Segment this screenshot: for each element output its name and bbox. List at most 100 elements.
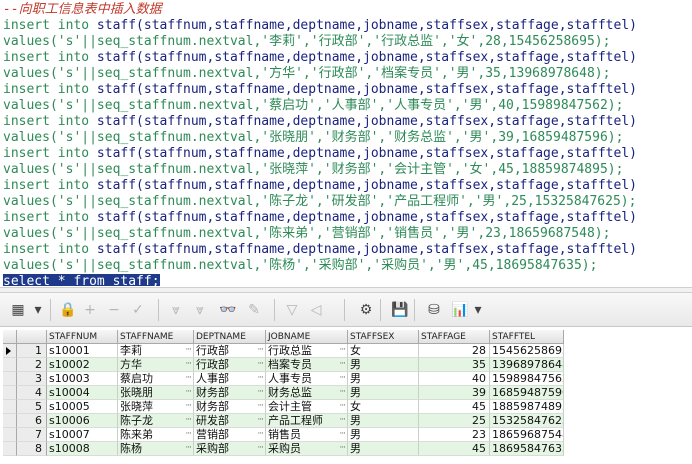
table-row[interactable]: 6 s10006 陈子龙 ··· 研发部 ··· 产品工程师 ··· 男 25 1532584762… — [3, 414, 564, 428]
chart-dropdown-icon[interactable]: ▾ — [468, 300, 488, 320]
cell-editor-ellipsis-button[interactable]: ··· — [257, 344, 264, 357]
cell-staffnum[interactable]: s10005 — [47, 400, 118, 414]
cell-editor-ellipsis-button[interactable]: ··· — [257, 442, 264, 455]
sql-insert-line[interactable]: insert into staff(staffnum,staffname,dep… — [3, 82, 637, 98]
fetch-next-icon[interactable]: ⩔ — [166, 300, 186, 320]
cell-stafftel[interactable]: 13968978648 — [490, 358, 564, 372]
sql-values-line[interactable]: values('s'||seq_staffnum.nextval,'张晓朋','… — [3, 130, 623, 146]
clear-icon[interactable]: ✎ — [244, 300, 264, 320]
fetch-last-icon[interactable]: ⩔ — [190, 300, 210, 320]
row-indicator[interactable] — [3, 400, 17, 414]
table-row[interactable]: 8 s10008 陈杨 ··· 采购部 ··· 采购员 ··· 男 45 18695847635 — [3, 442, 564, 456]
row-indicator[interactable] — [3, 344, 17, 358]
cell-editor-ellipsis-button[interactable]: ··· — [257, 386, 264, 399]
cell-deptname[interactable]: 营销部 ··· — [194, 428, 266, 442]
cell-editor-ellipsis-button[interactable]: ··· — [339, 358, 346, 371]
cell-jobname[interactable]: 会计主管 ··· — [266, 400, 348, 414]
cell-staffage[interactable]: 39 — [419, 386, 490, 400]
sql-values-line[interactable]: values('s'||seq_staffnum.nextval,'李莉','行… — [3, 34, 610, 50]
cell-jobname[interactable]: 行政总监 ··· — [266, 344, 348, 358]
cell-editor-ellipsis-button[interactable]: ··· — [257, 372, 264, 385]
cell-stafftel[interactable]: 18659687548 — [490, 428, 564, 442]
column-header-jobname[interactable]: JOBNAME — [266, 330, 348, 344]
cell-editor-ellipsis-button[interactable]: ··· — [339, 414, 346, 427]
cell-staffage[interactable]: 45 — [419, 400, 490, 414]
cell-deptname[interactable]: 采购部 ··· — [194, 442, 266, 456]
cell-editor-ellipsis-button[interactable]: ··· — [339, 344, 346, 357]
table-row[interactable]: 2 s10002 方华 ··· 行政部 ··· 档案专员 ··· 男 35 13968978648 — [3, 358, 564, 372]
cell-stafftel[interactable]: 15456258695 — [490, 344, 564, 358]
cell-staffnum[interactable]: s10007 — [47, 428, 118, 442]
grid-view-icon[interactable]: ▦ — [8, 300, 28, 320]
cell-editor-ellipsis-button[interactable]: ··· — [257, 358, 264, 371]
cell-editor-ellipsis-button[interactable]: ··· — [185, 386, 192, 399]
sql-insert-line[interactable]: insert into staff(staffnum,staffname,dep… — [3, 178, 637, 194]
column-header-staffage[interactable]: STAFFAGE — [419, 330, 490, 344]
table-row[interactable]: 7 s10007 陈来弟 ··· 营销部 ··· 销售员 ··· 男 23 18659687548 — [3, 428, 564, 442]
cell-staffname[interactable]: 陈杨 ··· — [118, 442, 194, 456]
table-row[interactable]: 4 s10004 张晓朋 ··· 财务部 ··· 财务总监 ··· 男 39 16859487596 — [3, 386, 564, 400]
lock-icon[interactable]: 🔒 — [58, 300, 78, 320]
chart-icon[interactable]: 📊 — [450, 300, 470, 320]
cell-staffage[interactable]: 35 — [419, 358, 490, 372]
table-row[interactable]: 5 s10005 张晓萍 ··· 财务部 ··· 会计主管 ··· 女 45 18859874895 — [3, 400, 564, 414]
cell-staffsex[interactable]: 男 — [348, 386, 419, 400]
save-icon[interactable]: 💾 — [390, 300, 410, 320]
cell-editor-ellipsis-button[interactable]: ··· — [185, 372, 192, 385]
cell-staffsex[interactable]: 女 — [348, 400, 419, 414]
cell-deptname[interactable]: 财务部 ··· — [194, 400, 266, 414]
cell-staffnum[interactable]: s10001 — [47, 344, 118, 358]
column-header-staffsex[interactable]: STAFFSEX — [348, 330, 419, 344]
row-indicator[interactable] — [3, 386, 17, 400]
cell-staffnum[interactable]: s10002 — [47, 358, 118, 372]
sql-insert-line[interactable]: insert into staff(staffnum,staffname,dep… — [3, 210, 637, 226]
sql-insert-line[interactable]: insert into staff(staffnum,staffname,dep… — [3, 18, 637, 34]
cell-staffsex[interactable]: 男 — [348, 428, 419, 442]
cell-jobname[interactable]: 人事专员 ··· — [266, 372, 348, 386]
cell-staffsex[interactable]: 男 — [348, 414, 419, 428]
cell-staffname[interactable]: 李莉 ··· — [118, 344, 194, 358]
cell-stafftel[interactable]: 16859487596 — [490, 386, 564, 400]
cell-stafftel[interactable]: 18859874895 — [490, 400, 564, 414]
sql-values-line[interactable]: values('s'||seq_staffnum.nextval,'张晓萍','… — [3, 162, 623, 178]
column-header-deptname[interactable]: DEPTNAME — [194, 330, 266, 344]
cell-deptname[interactable]: 财务部 ··· — [194, 386, 266, 400]
query-plan-icon[interactable]: ⚙ — [356, 300, 376, 320]
cell-editor-ellipsis-button[interactable]: ··· — [339, 386, 346, 399]
cell-stafftel[interactable]: 18695847635 — [490, 442, 564, 456]
cell-deptname[interactable]: 行政部 ··· — [194, 358, 266, 372]
cell-editor-ellipsis-button[interactable]: ··· — [339, 372, 346, 385]
cell-staffnum[interactable]: s10006 — [47, 414, 118, 428]
cell-editor-ellipsis-button[interactable]: ··· — [257, 400, 264, 413]
add-record-icon[interactable]: + — [80, 300, 100, 320]
dropdown-arrow-icon[interactable]: ▾ — [28, 300, 48, 320]
cell-deptname[interactable]: 人事部 ··· — [194, 372, 266, 386]
sql-insert-line[interactable]: insert into staff(staffnum,staffname,dep… — [3, 242, 637, 258]
cell-editor-ellipsis-button[interactable]: ··· — [339, 428, 346, 441]
cell-staffname[interactable]: 张晓萍 ··· — [118, 400, 194, 414]
sql-insert-line[interactable]: insert into staff(staffnum,staffname,dep… — [3, 146, 637, 162]
sql-editor[interactable]: --向职工信息表中插入数据 insert into staff(staffnum… — [0, 0, 692, 286]
table-row[interactable]: 1 s10001 李莉 ··· 行政部 ··· 行政总监 ··· 女 28 15456258695 — [3, 344, 564, 358]
cell-staffage[interactable]: 23 — [419, 428, 490, 442]
cell-jobname[interactable]: 采购员 ··· — [266, 442, 348, 456]
cell-staffname[interactable]: 陈子龙 ··· — [118, 414, 194, 428]
selected-sql-statement[interactable]: select * from staff; — [3, 274, 160, 286]
cell-staffsex[interactable]: 男 — [348, 442, 419, 456]
sql-insert-line[interactable]: insert into staff(staffnum,staffname,dep… — [3, 50, 637, 66]
cell-staffage[interactable]: 25 — [419, 414, 490, 428]
cell-staffname[interactable]: 方华 ··· — [118, 358, 194, 372]
cell-staffname[interactable]: 蔡启功 ··· — [118, 372, 194, 386]
cell-editor-ellipsis-button[interactable]: ··· — [185, 428, 192, 441]
cell-editor-ellipsis-button[interactable]: ··· — [339, 442, 346, 455]
cell-jobname[interactable]: 档案专员 ··· — [266, 358, 348, 372]
cell-jobname[interactable]: 产品工程师 ··· — [266, 414, 348, 428]
row-indicator[interactable] — [3, 358, 17, 372]
cell-editor-ellipsis-button[interactable]: ··· — [339, 400, 346, 413]
sql-values-line[interactable]: values('s'||seq_staffnum.nextval,'陈杨','采… — [3, 258, 597, 274]
cell-staffnum[interactable]: s10003 — [47, 372, 118, 386]
delete-record-icon[interactable]: − — [104, 300, 124, 320]
column-header-staffnum[interactable]: STAFFNUM — [47, 330, 118, 344]
cell-staffname[interactable]: 张晓朋 ··· — [118, 386, 194, 400]
cell-editor-ellipsis-button[interactable]: ··· — [185, 358, 192, 371]
